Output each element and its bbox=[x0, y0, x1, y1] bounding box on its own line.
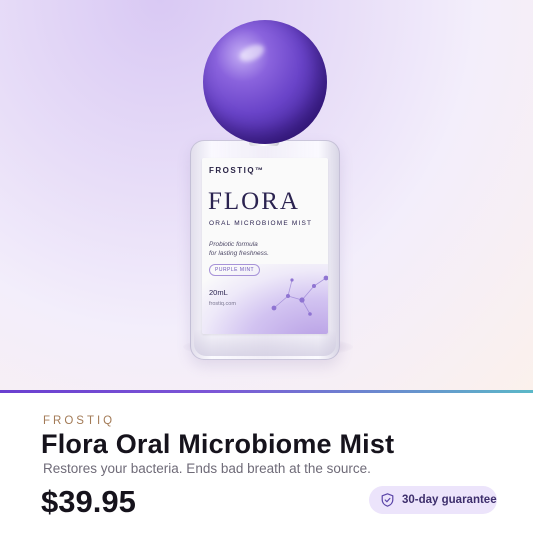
product-bottle: FROSTIQ™ FLORA ORAL MICROBIOME MIST Prob… bbox=[190, 20, 350, 360]
label-brand: FROSTIQ™ bbox=[209, 166, 265, 175]
guarantee-badge: 30-day guarantee bbox=[369, 486, 497, 514]
cap-highlight bbox=[237, 41, 267, 65]
label-product-name: FLORA bbox=[208, 188, 300, 215]
molecule-graphic bbox=[271, 275, 328, 316]
product-description: Restores your bacteria. Ends bad breath … bbox=[43, 461, 371, 476]
product-price: $39.95 bbox=[41, 484, 136, 519]
label-flavor-pill: PURPLE MINT bbox=[209, 264, 261, 276]
label-tagline-line1: Probiotic formula bbox=[209, 241, 258, 248]
guarantee-label: 30-day guarantee bbox=[402, 494, 497, 506]
label-tagline: Probiotic formula for lasting freshness. bbox=[209, 240, 309, 258]
product-info-panel: FROSTIQ Flora Oral Microbiome Mist Resto… bbox=[0, 393, 533, 533]
bottle-label: FROSTIQ™ FLORA ORAL MICROBIOME MIST Prob… bbox=[202, 158, 328, 334]
product-hero-image: FROSTIQ™ FLORA ORAL MICROBIOME MIST Prob… bbox=[0, 0, 533, 390]
bottle-cap bbox=[203, 20, 327, 144]
label-website: frostiq.com bbox=[209, 301, 236, 307]
product-title: Flora Oral Microbiome Mist bbox=[41, 429, 395, 459]
label-volume: 20mL bbox=[209, 288, 228, 297]
shield-check-icon bbox=[381, 493, 394, 507]
store-name: FROSTIQ bbox=[43, 415, 116, 427]
label-tagline-line2: for lasting freshness. bbox=[209, 250, 269, 257]
label-subtitle: ORAL MICROBIOME MIST bbox=[209, 220, 313, 227]
